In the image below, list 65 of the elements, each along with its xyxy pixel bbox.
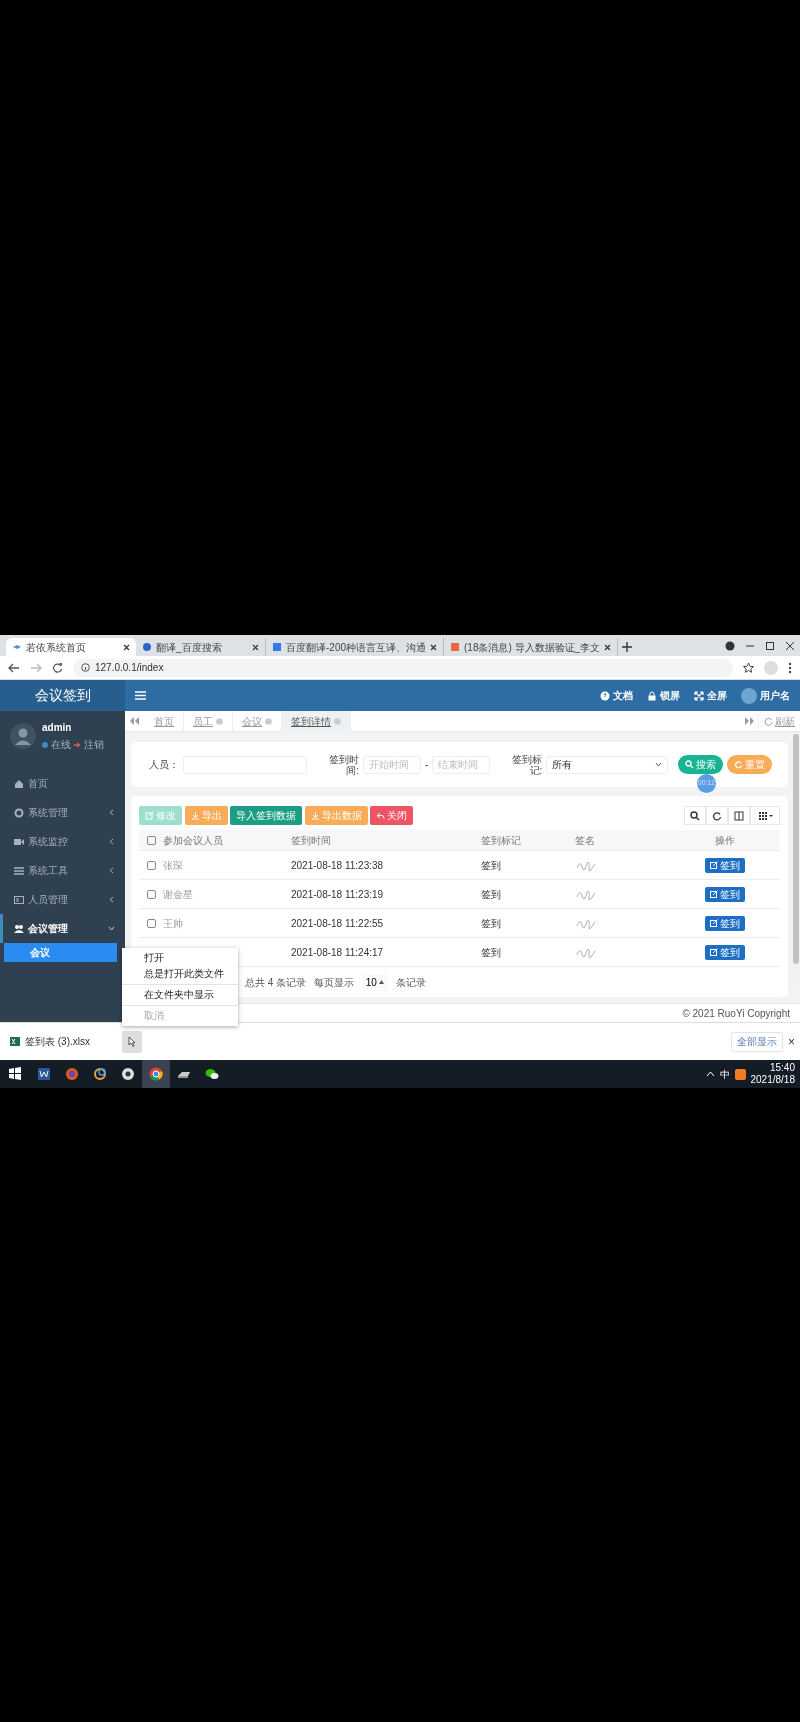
address-field[interactable]: 127.0.0.1/index xyxy=(73,658,733,677)
menu-item[interactable]: 首页 xyxy=(0,769,125,798)
user-name: admin xyxy=(42,720,73,735)
close-button[interactable]: × xyxy=(783,1032,800,1051)
page-tab[interactable]: 员工 xyxy=(184,710,233,732)
search-button[interactable]: 搜索 xyxy=(678,755,724,774)
input-method-indicator[interactable]: 中 xyxy=(714,1066,735,1082)
copyright-text: © 2021 RuoYi Copyright xyxy=(682,1006,790,1021)
table-cell: 2021-08-18 11:23:19 xyxy=(291,888,384,900)
table-cell: 签到 xyxy=(481,888,501,900)
app-brand: 会议签到 xyxy=(34,686,91,705)
table-cell: 2021-08-18 11:23:38 xyxy=(291,859,384,871)
field-label: 人员： xyxy=(148,759,179,770)
download-item[interactable]: 签到表 (3).xlsx xyxy=(10,1034,122,1049)
sign-button[interactable]: 签到 xyxy=(705,886,745,902)
header-link[interactable]: 文档 xyxy=(600,688,633,703)
header-link[interactable]: 锁屏 xyxy=(647,688,680,703)
column-header: 签到时间 xyxy=(291,834,331,846)
table-cell: 谢金星 xyxy=(163,888,193,900)
page-tab[interactable]: 签到详情 xyxy=(282,710,351,732)
sign-button[interactable]: 签到 xyxy=(705,857,745,873)
browser-tab[interactable]: (18条消息) 导入数据验证_李文 xyxy=(444,638,619,656)
table-cell: 签到 xyxy=(481,946,501,958)
menu-item[interactable]: 人员管理 xyxy=(0,885,125,914)
record-count: 总共 4 条记录 xyxy=(245,975,307,990)
table-cell: 签到 xyxy=(481,917,501,929)
menu-item[interactable]: 系统管理 xyxy=(0,798,125,827)
clock-date[interactable]: 2021/8/18 xyxy=(750,1074,795,1086)
table-cell: 张琛 xyxy=(163,859,183,871)
page-size-label: 每页显示 xyxy=(314,975,355,990)
field-label: 签到标记: xyxy=(512,753,543,776)
header-link[interactable]: 全屏 xyxy=(694,688,727,703)
browser-tab[interactable]: 翻译_百度搜索 xyxy=(136,638,266,656)
menu-item[interactable]: 系统工具 xyxy=(0,856,125,885)
browser-tab[interactable]: 若依系统首页 xyxy=(6,638,136,656)
browser-tab[interactable]: 百度翻译-200种语言互译、沟通 xyxy=(266,638,444,656)
show-all-button[interactable]: 全部显示 xyxy=(731,1031,783,1052)
submenu-item[interactable]: 会议 xyxy=(4,943,117,962)
column-header: 操作 xyxy=(715,833,735,848)
page-tab[interactable]: 首页 xyxy=(145,710,184,732)
table-cell: 2021-08-18 11:22:55 xyxy=(291,917,384,929)
page-size-dropdown[interactable]: 10 xyxy=(362,973,388,991)
clock-time[interactable]: 15:40 xyxy=(769,1062,795,1074)
menu-item[interactable]: 打开 xyxy=(122,950,238,966)
sign-button[interactable]: 签到 xyxy=(705,915,745,931)
table-cell: 王帅 xyxy=(163,917,183,929)
table-cell: 签到 xyxy=(481,859,501,871)
refresh-link[interactable]: 刷新 xyxy=(757,713,800,729)
field-label: 签到时间: xyxy=(329,753,359,776)
select-field[interactable]: 所有 xyxy=(546,755,669,774)
range-separator: - xyxy=(425,758,429,772)
column-header: 签到标记 xyxy=(481,834,521,846)
status-text: 在线 xyxy=(50,738,71,753)
menu-item[interactable]: 在文件夹中显示 xyxy=(122,987,238,1003)
column-header: 参加会议人员 xyxy=(163,834,223,846)
user-menu[interactable]: 用户名 xyxy=(741,687,790,704)
sign-button[interactable]: 签到 xyxy=(705,944,745,960)
table-cell: 2021-08-18 11:24:17 xyxy=(291,946,384,958)
column-header: 签名 xyxy=(575,834,595,846)
page-size-suffix: 条记录 xyxy=(395,975,426,990)
menu-item[interactable]: 总是打开此类文件 xyxy=(122,966,238,982)
close-button[interactable]: 关闭 xyxy=(370,806,413,825)
logout-link[interactable]: 注销 xyxy=(83,737,104,753)
import-button[interactable]: 导入签到数据 xyxy=(230,806,302,825)
menu-item[interactable]: 系统监控 xyxy=(0,827,125,856)
